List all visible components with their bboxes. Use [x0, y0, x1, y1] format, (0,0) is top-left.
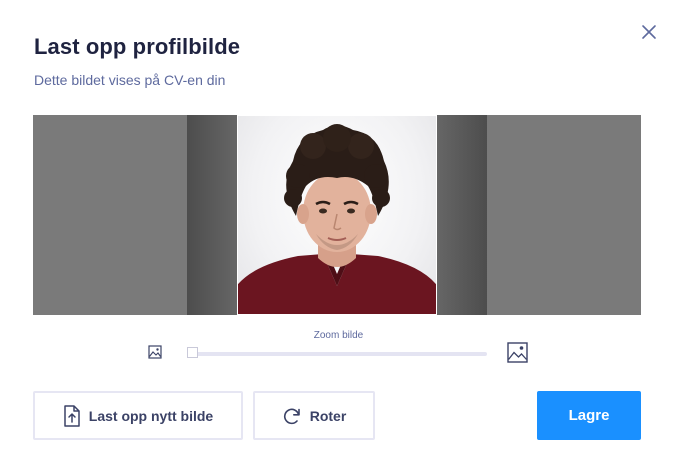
dialog-title: Last opp profilbilde: [34, 34, 241, 59]
zoom-slider-track[interactable]: [190, 352, 487, 356]
upload-button-label: Last opp nytt bilde: [88, 407, 214, 424]
zoom-slider-thumb[interactable]: [187, 347, 198, 358]
profile-photo: [238, 124, 436, 314]
rotate-button[interactable]: Roter: [253, 391, 375, 440]
rotate-icon: [282, 406, 302, 426]
crop-frame[interactable]: [237, 115, 437, 315]
rotate-button-label: Roter: [309, 407, 347, 424]
dialog-subtitle: Dette bildet vises på CV-en din: [34, 72, 226, 88]
zoom-control: [146, 340, 530, 366]
save-button[interactable]: Lagre: [537, 391, 641, 440]
close-button[interactable]: [638, 21, 660, 43]
close-icon: [642, 25, 656, 39]
save-button-label: Lagre: [568, 407, 610, 424]
upload-new-image-button[interactable]: Last opp nytt bilde: [33, 391, 243, 440]
image-crop-area[interactable]: [33, 115, 641, 315]
image-small-icon: [148, 345, 162, 359]
file-upload-icon: [63, 404, 81, 427]
image-large-icon: [507, 342, 528, 363]
upload-profile-picture-dialog: Last opp profilbilde Dette bildet vises …: [0, 0, 677, 475]
